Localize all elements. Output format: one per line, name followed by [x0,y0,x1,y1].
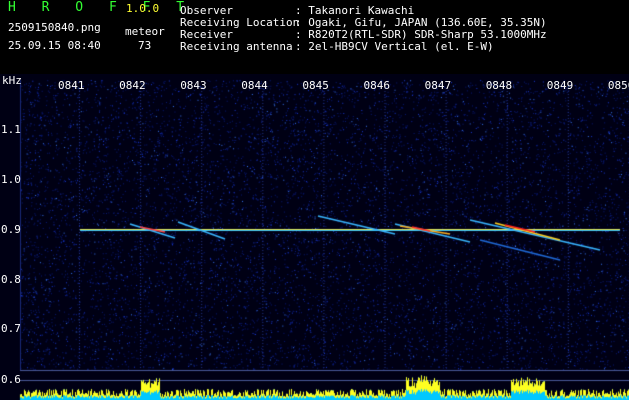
app-title: H R O F F T [8,0,194,15]
x-tick-label: 0850 [607,79,629,92]
y-axis-unit: kHz [2,74,22,87]
info-antenna-key: Receiving antenna [180,40,293,53]
app-version: 1.0.0 [126,2,160,15]
x-tick-label: 0848 [485,79,513,92]
y-tick-label: 0.6 [1,373,21,386]
y-tick-label: 1.1 [1,123,21,136]
header-panel: H R O F F T 1.0.0 2509150840.png 25.09.1… [0,0,629,74]
info-antenna-value: : 2el-HB9CV Vertical (el. E-W) [295,40,494,53]
x-tick-label: 0842 [119,79,146,92]
x-tick-label: 0847 [424,79,452,92]
spectrogram-plot [0,74,629,400]
x-tick-label: 0846 [363,79,391,92]
y-tick-label: 0.8 [1,273,21,286]
x-tick-label: 0844 [241,79,268,92]
x-tick-label: 0843 [180,79,207,92]
x-tick-label: 0841 [58,79,85,92]
meteor-count: 73 [138,39,152,52]
file-datetime: 25.09.15 08:40 [8,39,101,52]
x-tick-label: 0845 [302,79,329,92]
file-name: 2509150840.png [8,21,101,34]
y-tick-label: 1.0 [1,173,21,186]
y-tick-label: 0.7 [1,322,21,335]
meteor-label: meteor [125,25,165,38]
x-tick-label: 0849 [546,79,574,92]
y-tick-label: 0.9 [1,223,21,236]
